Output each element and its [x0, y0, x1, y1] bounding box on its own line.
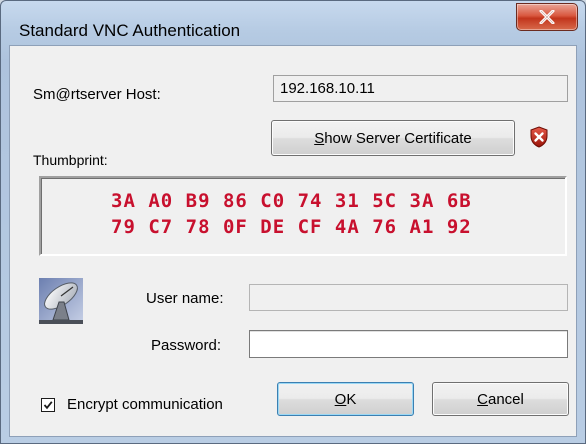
- close-button[interactable]: [516, 3, 578, 31]
- satellite-dish-icon: [39, 278, 83, 329]
- ok-button-label: OK: [334, 390, 357, 408]
- password-input[interactable]: [249, 330, 568, 358]
- host-label: Sm@rtserver Host:: [33, 86, 161, 103]
- cancel-button-label: Cancel: [477, 390, 524, 408]
- certificate-button-label: Show Server Certificate: [314, 129, 472, 147]
- encrypt-checkbox[interactable]: [41, 398, 55, 412]
- shield-error-icon: [529, 126, 549, 153]
- username-input[interactable]: [249, 284, 568, 311]
- thumbprint-line-1: 3A A0 B9 86 C0 74 31 5C 3A 6B: [111, 190, 472, 212]
- username-label: User name:: [146, 290, 224, 307]
- cancel-button[interactable]: Cancel: [432, 382, 569, 416]
- window-title: Standard VNC Authentication: [19, 21, 241, 40]
- close-icon: [539, 10, 555, 24]
- host-field[interactable]: [273, 75, 568, 102]
- title-bar[interactable]: Standard VNC Authentication: [1, 1, 585, 45]
- thumbprint-label: Thumbprint:: [33, 152, 108, 168]
- vnc-auth-dialog: Standard VNC Authentication Sm@rtserver …: [0, 0, 586, 444]
- dialog-body: Sm@rtserver Host: Show Server Certificat…: [9, 45, 577, 437]
- checkmark-icon: [43, 401, 53, 410]
- password-label: Password:: [151, 337, 222, 354]
- thumbprint-box: 3A A0 B9 86 C0 74 31 5C 3A 6B 79 C7 78 0…: [39, 176, 567, 256]
- thumbprint-line-2: 79 C7 78 0F DE CF 4A 76 A1 92: [111, 216, 472, 238]
- show-server-certificate-button[interactable]: Show Server Certificate: [271, 120, 515, 156]
- ok-button[interactable]: OK: [277, 382, 414, 416]
- encrypt-label[interactable]: Encrypt communication: [67, 396, 223, 413]
